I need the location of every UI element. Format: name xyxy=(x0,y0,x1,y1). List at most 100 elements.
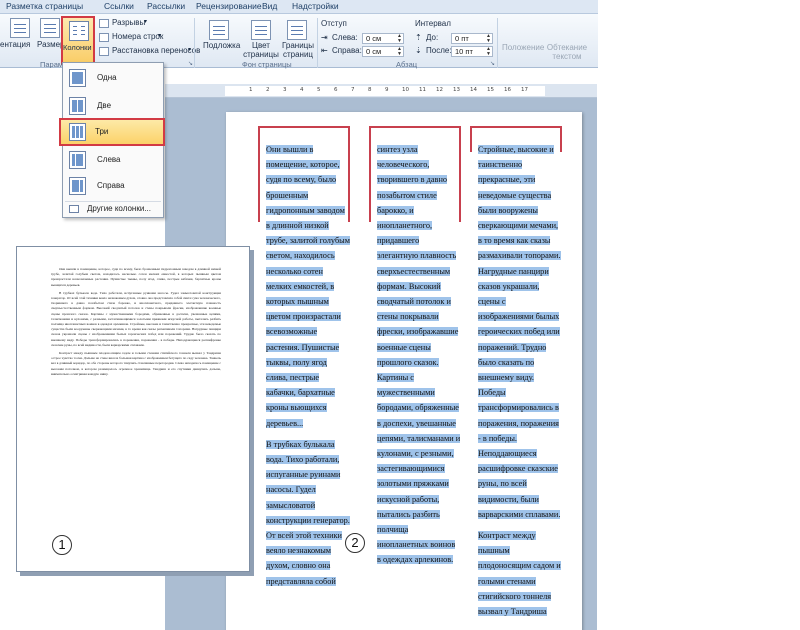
page-color-icon[interactable] xyxy=(251,20,271,40)
watermark-button[interactable]: Подложка xyxy=(203,41,240,51)
menu-item-three-columns[interactable]: Три xyxy=(59,118,165,146)
indent-left-label: Слева: xyxy=(332,33,358,42)
line-numbers-button[interactable]: Номера строк xyxy=(112,32,163,42)
indent-right-value: 0 см xyxy=(366,47,382,56)
spacing-before-value: 0 пт xyxy=(455,34,469,43)
callout-number-2: 2 xyxy=(345,533,365,553)
menu-item-one-column[interactable]: Одна xyxy=(65,65,161,93)
ruler-mark: 16 xyxy=(504,87,511,93)
right-column-icon xyxy=(69,177,86,195)
horizontal-ruler[interactable]: 1 2 3 4 5 6 7 8 9 10 11 12 13 14 15 16 1… xyxy=(165,84,597,98)
columns-icon xyxy=(69,21,89,41)
page-setup-launcher-icon[interactable]: ↘ xyxy=(188,60,193,67)
column-paragraph: Стройные, высокие и таинственно прекрасн… xyxy=(478,145,561,519)
ruler-mark: 14 xyxy=(470,87,477,93)
orientation-icon[interactable] xyxy=(10,18,30,38)
indent-left-input[interactable]: 0 см ▲ ▼ xyxy=(362,33,404,44)
menu-item-label: Три xyxy=(95,127,109,136)
thumbnail-paragraph: Они вышли в помещение, которое, судя по … xyxy=(51,267,221,287)
two-columns-icon xyxy=(69,97,86,115)
spin-arrows-icon[interactable]: ▲ ▼ xyxy=(397,34,402,44)
column-paragraph: Они вышли в помещение, которое, судя по … xyxy=(266,145,351,428)
callout-number-1: 1 xyxy=(52,535,72,555)
ruler-mark: 11 xyxy=(419,87,426,93)
columns-dropdown-menu: Одна Две Три Слева Справа Другие колонки… xyxy=(59,62,165,218)
page-borders-button-line2[interactable]: страниц xyxy=(280,50,316,60)
menu-item-more-columns[interactable]: Другие колонки... xyxy=(65,201,161,215)
page-borders-icon[interactable] xyxy=(287,20,307,40)
page-color-button-line2[interactable]: страницы xyxy=(241,50,281,60)
spin-arrows-icon[interactable]: ▲ ▼ xyxy=(486,47,491,57)
spacing-before-icon: ⇡ xyxy=(415,33,422,42)
columns-button[interactable]: Колонки xyxy=(61,16,95,65)
ruler-mark: 8 xyxy=(368,87,372,93)
ribbon-separator xyxy=(317,18,318,68)
spacing-before-input[interactable]: 0 пт ▲ ▼ xyxy=(451,33,493,44)
spacing-after-icon: ⇣ xyxy=(415,46,422,55)
position-button[interactable]: Положение xyxy=(502,43,544,53)
tab-references[interactable]: Ссылки xyxy=(104,1,134,11)
column-paragraph: Контраст между пышным плодоносящим садом… xyxy=(478,531,561,617)
ruler-mark: 2 xyxy=(266,87,270,93)
ruler-mark: 3 xyxy=(283,87,287,93)
menu-item-label: Справа xyxy=(97,181,125,190)
document-page[interactable]: Они вышли в помещение, которое, судя по … xyxy=(226,112,582,630)
wrap-text-button-line2[interactable]: текстом xyxy=(540,52,594,62)
thumbnail-paragraph: Контраст между пышным плодоносящим садом… xyxy=(51,351,221,376)
breaks-dropdown-icon[interactable]: ▾ xyxy=(144,19,147,26)
ruler-mark: 9 xyxy=(385,87,389,93)
paragraph-launcher-icon[interactable]: ↘ xyxy=(490,60,495,67)
column-3-text[interactable]: Стройные, высокие и таинственно прекрасн… xyxy=(478,142,562,619)
thumbnail-text: Они вышли в помещение, которое, судя по … xyxy=(51,267,221,380)
spin-arrows-icon[interactable]: ▲ ▼ xyxy=(486,34,491,44)
indent-right-input[interactable]: 0 см ▲ ▼ xyxy=(362,46,404,57)
line-numbers-dropdown-icon[interactable]: ▾ xyxy=(158,33,161,40)
more-columns-icon xyxy=(69,205,79,213)
menu-item-right-column[interactable]: Справа xyxy=(65,173,161,201)
tab-page-layout[interactable]: Разметка страницы xyxy=(6,1,83,11)
menu-item-label: Другие колонки... xyxy=(87,204,151,213)
indent-right-label: Справа: xyxy=(332,46,362,55)
ruler-mark: 10 xyxy=(402,87,409,93)
tab-addins[interactable]: Надстройки xyxy=(292,1,339,11)
ruler-mark: 4 xyxy=(300,87,304,93)
ruler-mark: 13 xyxy=(453,87,460,93)
menu-item-left-column[interactable]: Слева xyxy=(65,147,161,175)
breaks-icon xyxy=(99,19,109,28)
ruler-mark: 17 xyxy=(521,87,528,93)
spacing-after-label: После: xyxy=(426,46,452,55)
orientation-button[interactable]: ентация xyxy=(0,40,30,50)
spacing-after-input[interactable]: 10 пт ▲ ▼ xyxy=(451,46,493,57)
tab-view[interactable]: Вид xyxy=(262,1,277,11)
paragraph-group-label: Абзац xyxy=(396,60,418,69)
columns-label: Колонки xyxy=(63,43,92,52)
ribbon-separator xyxy=(497,18,498,68)
column-1-text[interactable]: Они вышли в помещение, которое, судя по … xyxy=(266,142,351,589)
left-column-icon xyxy=(69,151,86,169)
indent-right-icon: ⇤ xyxy=(321,46,328,55)
spacing-heading: Интервал xyxy=(415,19,451,28)
menu-item-two-columns[interactable]: Две xyxy=(65,93,161,121)
indent-left-icon: ⇥ xyxy=(321,33,328,42)
spacing-after-value: 10 пт xyxy=(455,47,473,56)
column-paragraph: синтез узла человеческого, творившего в … xyxy=(377,145,461,565)
watermark-icon[interactable] xyxy=(209,20,229,40)
ribbon-tab-bar: Разметка страницы Ссылки Рассылки Реценз… xyxy=(0,0,598,14)
menu-item-label: Две xyxy=(97,101,112,110)
hyphenation-dropdown-icon[interactable]: ▾ xyxy=(188,47,191,54)
ruler-mark: 12 xyxy=(436,87,443,93)
column-2-text[interactable]: синтез узла человеческого, творившего в … xyxy=(377,142,461,568)
tab-mailings[interactable]: Рассылки xyxy=(147,1,185,11)
spacing-before-label: До: xyxy=(426,33,439,42)
thumbnail-page: Они вышли в помещение, которое, судя по … xyxy=(16,246,250,572)
indent-heading: Отступ xyxy=(321,19,347,28)
one-column-icon xyxy=(69,69,86,87)
size-icon[interactable] xyxy=(40,18,60,38)
ruler-mark: 15 xyxy=(487,87,494,93)
column-paragraph: В трубках булькала вода. Тихо работали, … xyxy=(266,439,350,586)
ruler-mark: 5 xyxy=(317,87,321,93)
tab-review[interactable]: Рецензирование xyxy=(196,1,262,11)
breaks-button[interactable]: Разрывы xyxy=(112,18,145,28)
page-background-group-label: Фон страницы xyxy=(242,60,292,69)
spin-arrows-icon[interactable]: ▲ ▼ xyxy=(397,47,402,57)
